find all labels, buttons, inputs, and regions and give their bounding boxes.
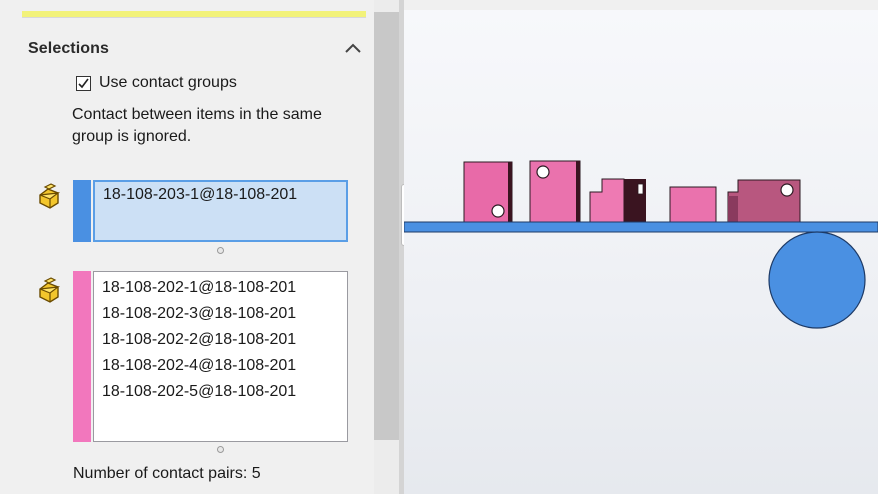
top-divider: [22, 17, 366, 18]
list-item[interactable]: 18-108-202-3@18-108-201: [94, 301, 347, 327]
list-item[interactable]: 18-108-202-1@18-108-201: [94, 275, 347, 301]
part-4[interactable]: [669, 186, 717, 223]
list-item[interactable]: 18-108-203-1@18-108-201: [95, 182, 346, 208]
list-item[interactable]: 18-108-202-4@18-108-201: [94, 353, 347, 379]
section-title: Selections: [28, 40, 110, 57]
viewport-scene[interactable]: [404, 10, 878, 494]
conveyor-belt[interactable]: [404, 221, 878, 233]
part-component-icon: [39, 277, 61, 303]
group1-listbox[interactable]: 18-108-203-1@18-108-201: [93, 180, 348, 242]
use-contact-groups-checkbox[interactable]: [76, 75, 91, 91]
list-item[interactable]: 18-108-202-5@18-108-201: [94, 379, 347, 405]
conveyor-roller[interactable]: [768, 231, 866, 329]
group2-color-bar: [73, 271, 91, 442]
part-1[interactable]: [463, 161, 513, 223]
checkmark-icon: [78, 78, 89, 88]
property-manager-panel: Selections Use contact groups Contact be…: [0, 0, 374, 494]
contact-group-description: Contact between items in the same group …: [72, 106, 322, 145]
use-contact-groups-row[interactable]: Use contact groups: [76, 74, 237, 92]
part-2[interactable]: [529, 160, 581, 223]
group1-resize-handle[interactable]: [217, 247, 224, 254]
use-contact-groups-label: Use contact groups: [99, 74, 237, 91]
group2-resize-handle[interactable]: [217, 446, 224, 453]
list-item[interactable]: 18-108-202-2@18-108-201: [94, 327, 347, 353]
part-5[interactable]: [727, 179, 801, 223]
group1-color-bar: [73, 180, 91, 242]
chevron-up-icon[interactable]: [344, 41, 362, 55]
contact-pairs-count: Number of contact pairs: 5: [73, 465, 261, 482]
panel-scrollbar-thumb[interactable]: [374, 12, 399, 440]
graphics-viewport[interactable]: [404, 10, 878, 494]
group2-listbox[interactable]: 18-108-202-1@18-108-201 18-108-202-3@18-1…: [93, 271, 348, 442]
part-component-icon: [39, 183, 61, 209]
